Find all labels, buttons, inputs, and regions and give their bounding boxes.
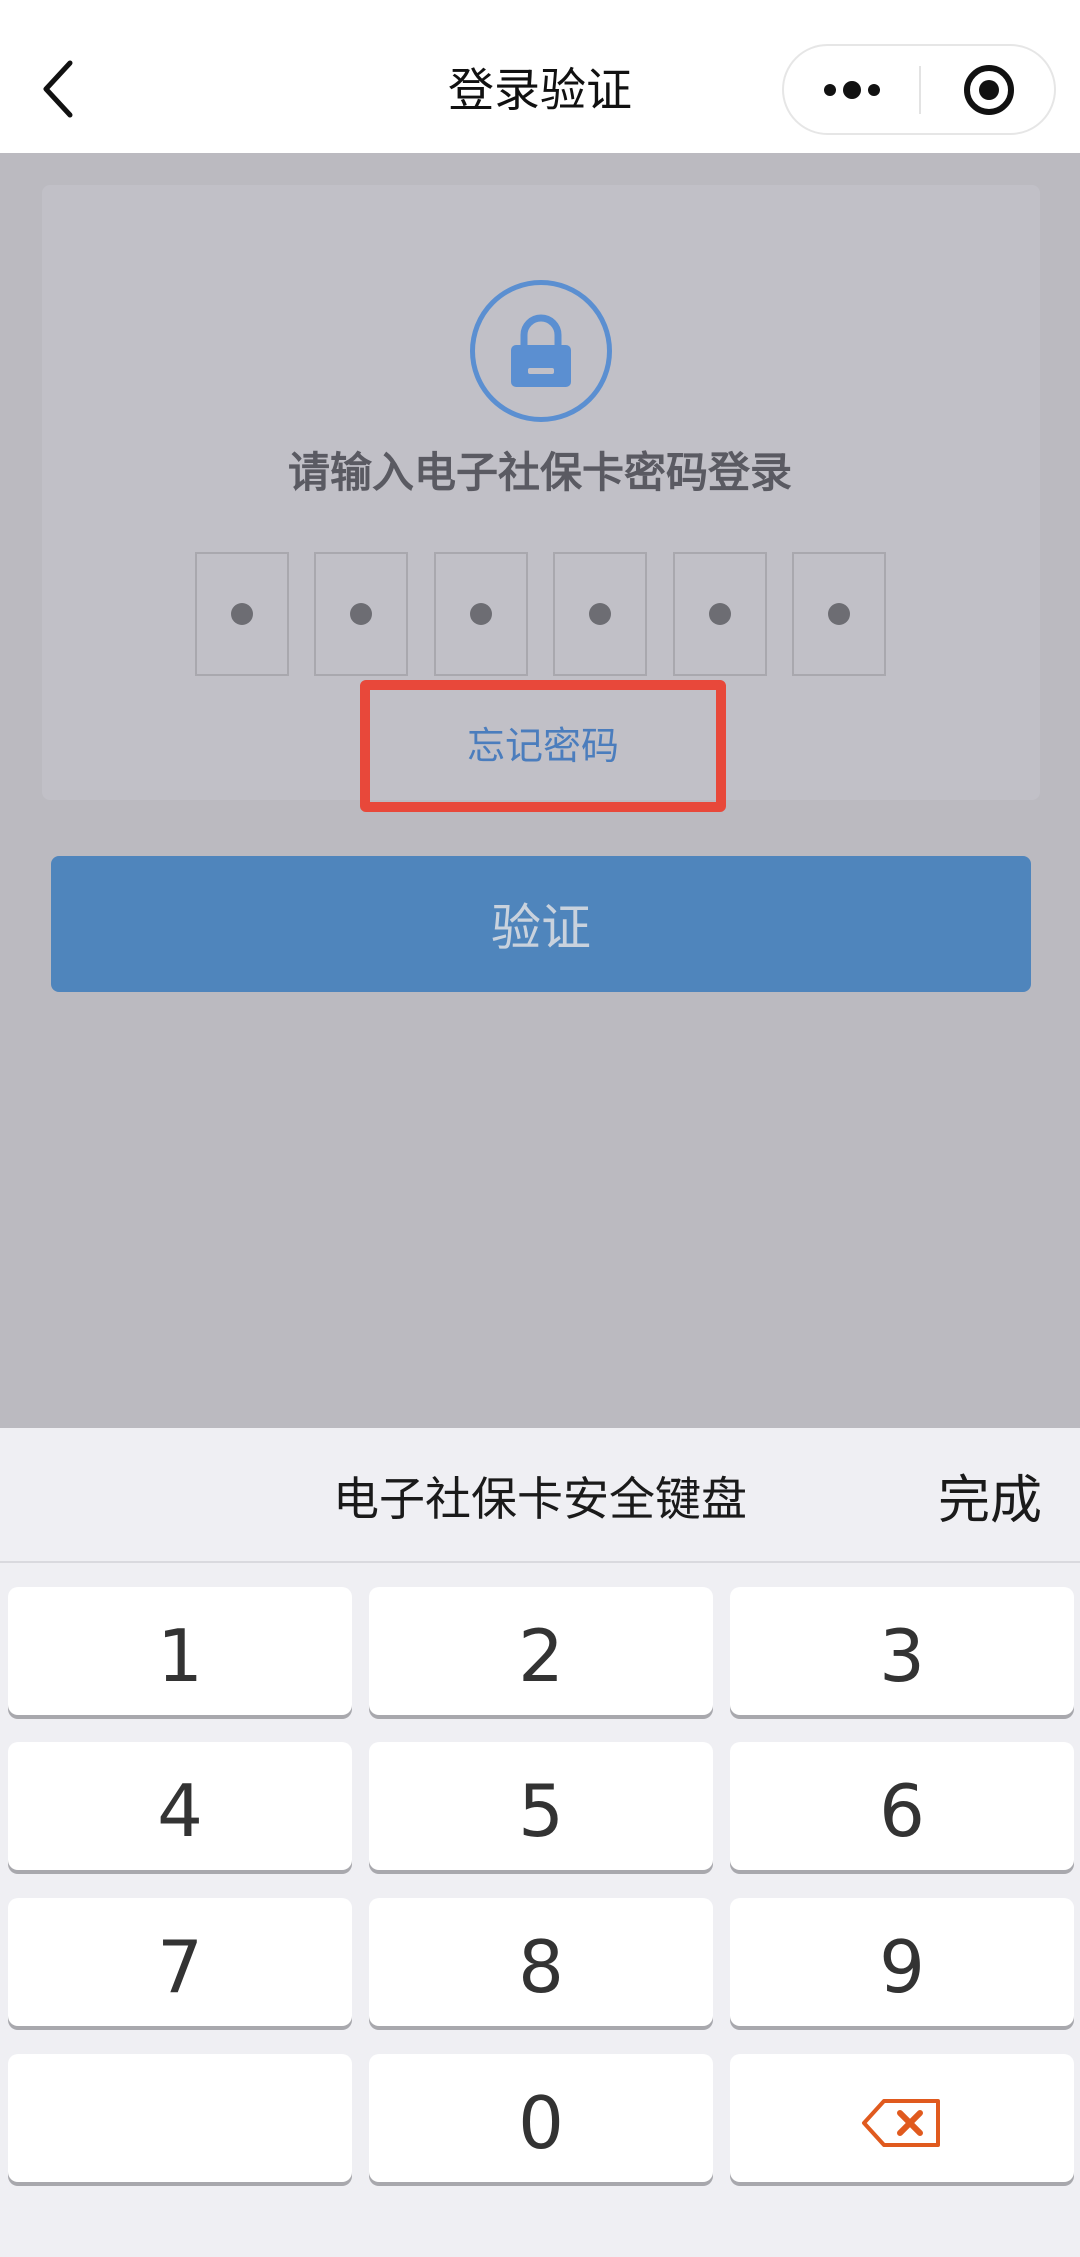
secure-keyboard: 电子社保卡安全键盘 完成 1 2 3 4 5 6 7 8 9 0 [0, 1428, 1080, 2257]
back-button[interactable] [22, 45, 94, 133]
more-dots-icon [824, 80, 880, 99]
lock-badge [470, 280, 612, 422]
pin-input[interactable] [195, 552, 887, 676]
key-7[interactable]: 7 [8, 1898, 352, 2026]
key-2[interactable]: 2 [369, 1587, 713, 1715]
key-3[interactable]: 3 [730, 1587, 1074, 1715]
lock-icon [511, 314, 571, 387]
pin-dot [231, 603, 253, 625]
forgot-password-link[interactable]: 忘记密码 [360, 680, 726, 812]
pin-cell [195, 552, 289, 676]
key-5[interactable]: 5 [369, 1742, 713, 1870]
pin-cell [434, 552, 528, 676]
verify-button[interactable]: 验证 [51, 856, 1031, 992]
nav-bar: 登录验证 [0, 0, 1080, 153]
chevron-left-icon [43, 60, 73, 118]
backspace-icon [862, 2099, 940, 2147]
key-9[interactable]: 9 [730, 1898, 1074, 2026]
target-close-icon [963, 64, 1014, 115]
key-0[interactable]: 0 [369, 2054, 713, 2182]
mini-program-capsule [782, 44, 1056, 135]
pin-cell [792, 552, 886, 676]
pin-cell [553, 552, 647, 676]
close-mini-program-button[interactable] [921, 46, 1056, 133]
keyboard-title: 电子社保卡安全键盘 [333, 1471, 747, 1526]
forgot-password-label: 忘记密码 [466, 724, 619, 768]
done-button[interactable]: 完成 [938, 1428, 1042, 1563]
pin-cell [673, 552, 767, 676]
pin-dot [589, 603, 611, 625]
key-blank [8, 2054, 352, 2182]
keyboard-header: 电子社保卡安全键盘 完成 [0, 1428, 1080, 1563]
key-8[interactable]: 8 [369, 1898, 713, 2026]
password-prompt: 请输入电子社保卡密码登录 [287, 448, 792, 497]
pin-cell [314, 552, 408, 676]
key-6[interactable]: 6 [730, 1742, 1074, 1870]
key-1[interactable]: 1 [8, 1587, 352, 1715]
pin-dot [709, 603, 731, 625]
pin-dot [470, 603, 492, 625]
more-button[interactable] [784, 46, 920, 133]
pin-dot [350, 603, 372, 625]
backspace-key[interactable] [730, 2054, 1074, 2182]
pin-dot [828, 603, 850, 625]
key-4[interactable]: 4 [8, 1742, 352, 1870]
